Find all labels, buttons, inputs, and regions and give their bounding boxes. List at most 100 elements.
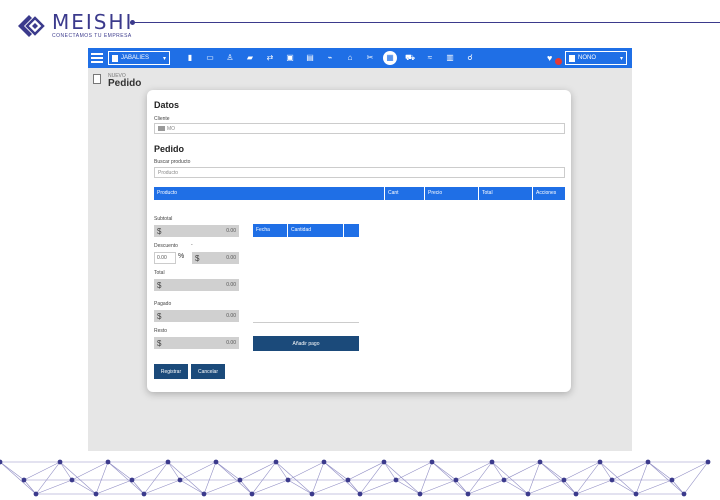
printer-icon[interactable]: ▤ [300,51,320,65]
exchange-icon[interactable]: ≈ [420,51,440,65]
network-node [141,491,147,497]
cliente-value: MO [167,125,176,132]
cart-icon[interactable]: ⛟ [400,51,420,65]
network-node [213,459,219,465]
catalog-icon[interactable]: ☌ [460,51,480,65]
network-node [501,477,507,483]
brand-subtitle: CONECTAMOS TU EMPRESA [52,33,132,39]
network-node [21,477,27,483]
network-link [107,461,133,481]
product-search-placeholder: Producto [158,169,179,176]
network-link [539,461,577,495]
add-payment-button[interactable]: Añadir pago [253,336,359,351]
network-link [455,461,493,481]
network-link [419,479,457,495]
network-node [165,459,171,465]
cash-icon[interactable]: ▭ [200,51,220,65]
network-node [57,459,63,465]
total-label: Total [154,270,165,276]
branch-select[interactable]: JABALIES ▾ [108,51,170,65]
decorative-network-pattern [0,459,711,497]
network-link [239,461,277,481]
currency-symbol: $ [195,253,200,263]
box-icon[interactable]: ▣ [280,51,300,65]
network-node [561,477,567,483]
network-link [239,479,253,495]
network-node [417,491,423,497]
network-link [23,479,37,495]
order-card: Datos Cliente MO Pedido Buscar producto … [147,90,571,392]
basket-icon[interactable]: ⌂ [340,51,360,65]
network-link [431,461,469,495]
network-link [179,461,217,481]
network-node [345,477,351,483]
descuento-label: Descuento [154,243,178,249]
transfer-icon[interactable]: ⇄ [260,51,280,65]
resto-value: 0.00 [226,340,236,346]
cliente-label: Cliente [154,116,170,122]
network-link [323,461,361,495]
brand-header: MEISHI CONECTAMOS TU EMPRESA [18,12,133,39]
network-node [357,491,363,497]
network-link [431,461,457,481]
tag-icon[interactable]: ⌁ [320,51,340,65]
user-select[interactable]: NONO ▾ [565,51,627,65]
product-search-input[interactable]: Producto [154,167,565,178]
network-link [599,461,637,495]
store-icon [112,54,118,62]
network-node [381,459,387,465]
currency-symbol: $ [157,280,162,290]
app-screenshot: JABALIES ▾ ▮ ▭ ♙ ▰ ⇄ ▣ ▤ ⌁ ⌂ ✂ ▦ ⛟ ≈ ▥ ☌… [88,48,632,451]
network-node [465,491,471,497]
network-node [249,491,255,497]
menu-icon[interactable] [91,53,103,63]
cancel-button[interactable]: Cancelar [191,364,225,379]
person-icon[interactable]: ♙ [220,51,240,65]
document-icon[interactable]: ▥ [440,51,460,65]
network-link [503,479,529,495]
network-link [0,461,25,481]
pagado-value: 0.00 [226,313,236,319]
register-button[interactable]: Registrar [154,364,188,379]
network-link [275,461,313,495]
network-node [309,491,315,497]
descuento-percent-input[interactable]: 0.00 [154,252,176,264]
col-total: Total [479,187,533,200]
network-link [671,461,709,481]
network-node [537,459,543,465]
network-node [69,477,75,483]
network-link [107,461,145,495]
truck-icon[interactable]: ▰ [240,51,260,65]
user-select-label: NONO [578,55,596,61]
payments-divider [253,322,359,323]
network-link [563,479,577,495]
network-link [287,461,325,481]
network-node [93,491,99,497]
scissors-icon[interactable]: ✂ [360,51,380,65]
network-link [503,461,541,481]
descuento-amount-field[interactable]: $ 0.00 [192,252,239,264]
col-cant: Cant [385,187,425,200]
network-link [395,479,421,495]
network-link [527,479,565,495]
chevron-down-icon: ▾ [162,55,166,62]
cliente-field[interactable]: MO [154,123,565,134]
network-link [455,479,469,495]
id-card-icon [158,126,165,131]
network-node [201,491,207,497]
descuento-amount-value: 0.00 [226,255,236,261]
network-node [609,477,615,483]
network-link [671,479,685,495]
network-link [215,461,253,495]
chart-icon[interactable]: ▮ [180,51,200,65]
network-link [683,461,709,495]
resto-field: $ 0.00 [154,337,239,349]
network-node [33,491,39,497]
network-link [287,479,313,495]
network-node [525,491,531,497]
network-node [633,491,639,497]
pagado-field: $ 0.00 [154,310,239,322]
total-value: 0.00 [226,282,236,288]
network-link [347,461,385,481]
pos-icon[interactable]: ▦ [383,51,397,65]
